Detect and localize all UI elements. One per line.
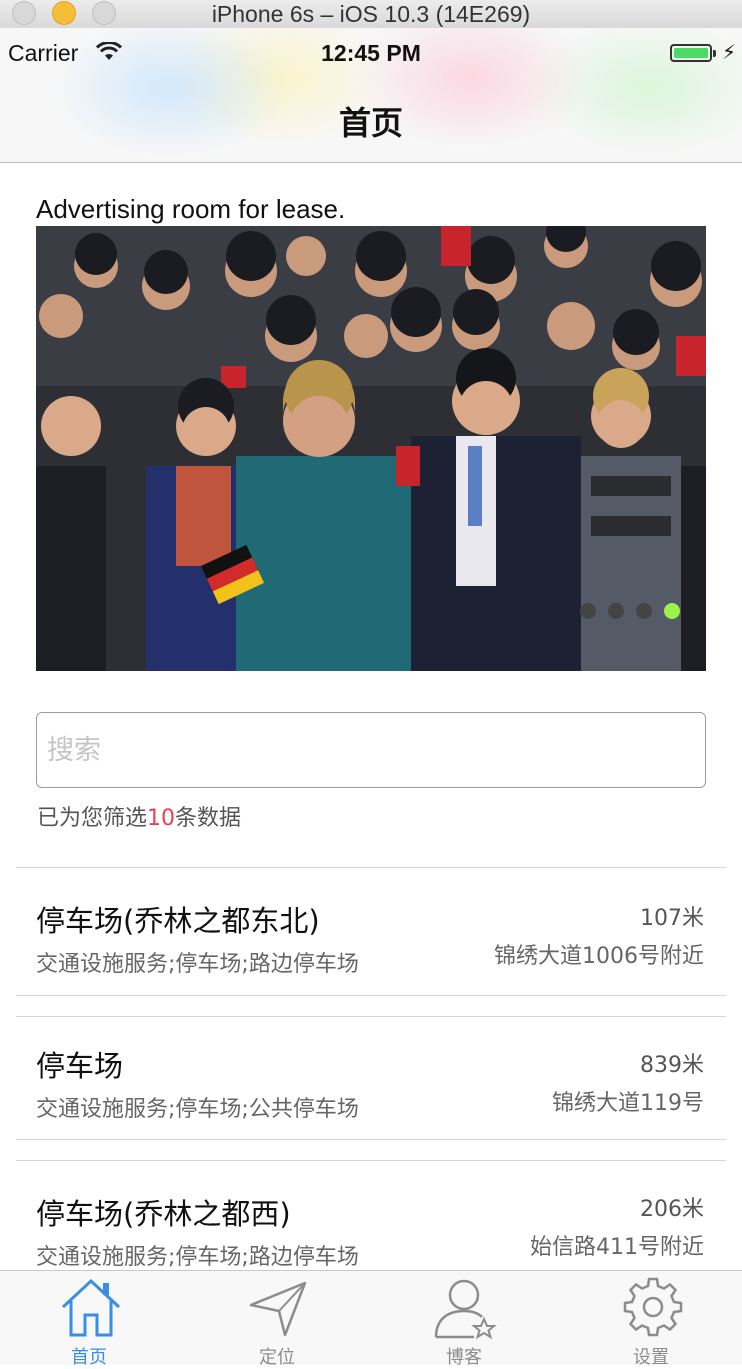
page-dot[interactable] <box>636 603 652 619</box>
page-dot[interactable] <box>580 603 596 619</box>
page-title: 首页 <box>338 104 403 142</box>
list-item[interactable]: 停车场(乔林之都东北) 交通设施服务;停车场;路边停车场 107米 锦绣大道10… <box>16 867 726 996</box>
tab-label: 首页 <box>71 1347 107 1368</box>
place-distance: 206米 <box>640 1197 704 1222</box>
filter-summary: 已为您筛选10条数据 <box>37 800 241 832</box>
tab-settings[interactable]: 设置 <box>591 1271 711 1368</box>
filter-count: 10 <box>147 806 176 831</box>
place-distance: 839米 <box>640 1053 704 1078</box>
carousel-page-indicator[interactable] <box>580 603 680 619</box>
tab-label: 设置 <box>633 1347 669 1368</box>
search-input[interactable] <box>36 712 706 788</box>
place-address: 锦绣大道1006号附近 <box>494 944 704 969</box>
simulator-title: iPhone 6s – iOS 10.3 (14E269) <box>211 1 531 27</box>
place-address: 始信路411号附近 <box>530 1235 704 1260</box>
banner-carousel[interactable] <box>36 226 706 671</box>
simulator-title-bar: iPhone 6s – iOS 10.3 (14E269) <box>0 0 742 29</box>
tab-blog[interactable]: 博客 <box>404 1271 524 1368</box>
place-type: 交通设施服务;停车场;路边停车场 <box>36 1245 359 1270</box>
place-name: 停车场 <box>36 1049 124 1083</box>
home-icon <box>61 1278 121 1337</box>
user-star-icon <box>434 1279 497 1339</box>
tab-bar: 首页 定位 博客 设置 <box>0 1270 742 1368</box>
place-distance: 107米 <box>640 906 704 931</box>
filter-prefix: 已为您筛选 <box>37 806 148 831</box>
status-time: 12:45 PM <box>321 40 421 66</box>
place-name: 停车场(乔林之都东北) <box>36 904 320 938</box>
battery-icon <box>670 44 712 62</box>
tab-location[interactable]: 定位 <box>217 1271 337 1368</box>
place-address: 锦绣大道119号 <box>552 1091 704 1116</box>
tab-home[interactable]: 首页 <box>29 1271 149 1368</box>
place-type: 交通设施服务;停车场;路边停车场 <box>36 952 359 977</box>
gear-icon <box>623 1277 683 1337</box>
place-name: 停车场(乔林之都西) <box>36 1197 291 1231</box>
list-item[interactable]: 停车场 交通设施服务;停车场;公共停车场 839米 锦绣大道119号 <box>16 1016 726 1140</box>
tab-label: 博客 <box>446 1347 482 1368</box>
place-type: 交通设施服务;停车场;公共停车场 <box>36 1097 359 1122</box>
filter-suffix: 条数据 <box>175 806 242 831</box>
battery-tip <box>713 50 716 57</box>
page-dot-active[interactable] <box>664 603 680 619</box>
list-item[interactable]: 停车场(乔林之都西) 交通设施服务;停车场;路边停车场 206米 始信路411号… <box>16 1160 726 1284</box>
ad-text: Advertising room for lease. <box>36 194 346 224</box>
location-arrow-icon <box>249 1281 307 1337</box>
tab-label: 定位 <box>259 1347 295 1368</box>
page-dot[interactable] <box>608 603 624 619</box>
navigation-bar: Carrier 12:45 PM ⚡ 首页 <box>0 28 742 163</box>
charging-bolt-icon: ⚡ <box>722 40 737 64</box>
